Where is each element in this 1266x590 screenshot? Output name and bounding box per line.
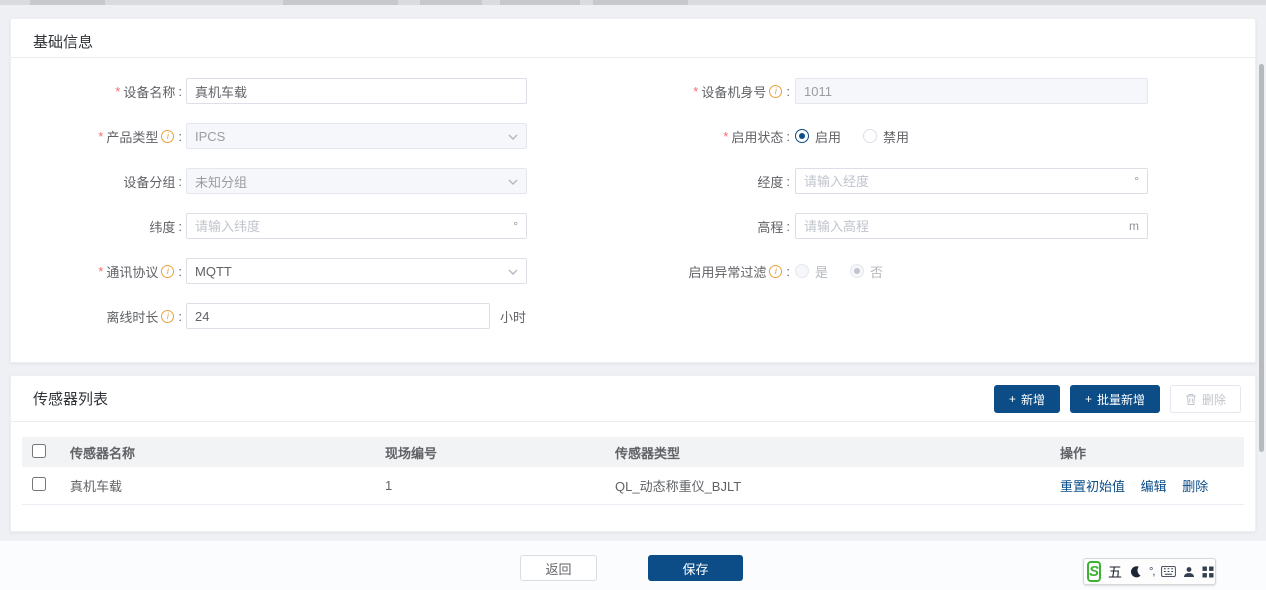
row-checkbox[interactable] [32,477,46,491]
radio-enable-on[interactable] [795,129,809,143]
wubi-mode-icon[interactable]: 五 [1108,562,1122,582]
trash-icon [1185,393,1197,406]
required-asterisk: * [723,129,728,144]
degree-unit: ° [513,213,518,239]
chevron-down-icon [508,267,518,277]
longitude-input[interactable] [795,168,1148,194]
col-header-field-no: 现场编号 [385,443,615,462]
sensor-type-cell: QL_动态称重仪_BJLT [615,476,1060,495]
product-type-label: * 产品类型 i : [10,123,182,149]
sensor-list-title: 传感器列表 [33,388,108,409]
hours-unit: 小时 [500,307,526,326]
toolbox-icon[interactable] [1202,566,1214,578]
radio-anomaly-no-label: 否 [870,262,883,281]
protocol-select[interactable]: MQTT [186,258,527,284]
device-group-select: 未知分组 [186,168,527,194]
anomaly-filter-label: 启用异常过滤 i : [590,258,790,284]
col-header-name: 传感器名称 [70,443,385,462]
radio-enable-off-label[interactable]: 禁用 [883,127,909,146]
table-row: 真机车载 1 QL_动态称重仪_BJLT 重置初始值 编辑 删除 [22,467,1244,505]
profile-icon[interactable] [1183,566,1195,578]
longitude-label: 经度 : [590,168,790,194]
device-group-label: 设备分组 : [10,168,182,194]
soft-keyboard-icon[interactable] [1161,566,1176,577]
basic-info-title: 基础信息 [33,31,93,52]
chevron-down-icon [508,132,518,142]
radio-anomaly-no [850,264,864,278]
required-asterisk: * [693,84,698,99]
elevation-label: 高程 : [590,213,790,239]
info-icon: i [769,265,782,278]
device-name-label: * 设备名称 : [10,78,182,104]
edit-link[interactable]: 编辑 [1141,479,1167,494]
col-header-type: 传感器类型 [615,443,1060,462]
radio-enable-on-label[interactable]: 启用 [815,127,841,146]
degree-unit: ° [1134,168,1139,194]
divider [11,57,1255,58]
divider [11,421,1255,422]
enable-status-label: * 启用状态 : [590,123,790,149]
enable-status-radio-group: 启用 禁用 [795,127,925,146]
offline-duration-label: 离线时长 i : [10,303,182,329]
browser-edge [0,0,1266,5]
info-icon: i [161,130,174,143]
required-asterisk: * [115,84,120,99]
radio-anomaly-yes-label: 是 [815,262,828,281]
punctuation-mode-icon[interactable]: °, [1149,566,1154,578]
device-name-input[interactable] [186,78,527,104]
add-sensor-button[interactable]: + 新增 [994,385,1060,413]
protocol-label: * 通讯协议 i : [10,258,182,284]
radio-anomaly-yes [795,264,809,278]
chevron-down-icon [508,177,518,187]
save-button[interactable]: 保存 [648,555,743,581]
meter-unit: m [1129,213,1139,239]
info-icon: i [161,265,174,278]
select-all-checkbox[interactable] [32,444,46,458]
col-header-ops: 操作 [1060,443,1244,462]
ime-toolbar[interactable]: S 五 °, [1083,558,1216,585]
delete-button[interactable]: 删除 [1170,385,1241,413]
anomaly-filter-radio-group: 是 否 [795,262,899,281]
info-icon: i [769,85,782,98]
batch-add-button[interactable]: + 批量新增 [1070,385,1160,413]
elevation-input[interactable] [795,213,1148,239]
footer: 返回 保存 [0,541,1266,590]
vertical-scrollbar[interactable] [1259,64,1264,452]
plus-icon: + [1009,392,1016,406]
reset-initial-value-link[interactable]: 重置初始值 [1060,479,1125,494]
latitude-input[interactable] [186,213,527,239]
page: 基础信息 * 设备名称 : * 设备机身号 i : * 产品 [0,0,1266,590]
device-serial-label: * 设备机身号 i : [590,78,790,104]
offline-duration-input[interactable] [186,303,490,329]
back-button[interactable]: 返回 [520,555,597,581]
required-asterisk: * [98,129,103,144]
required-asterisk: * [98,264,103,279]
moon-icon[interactable] [1129,565,1142,578]
field-no-cell: 1 [385,478,615,493]
plus-icon: + [1085,392,1092,406]
radio-enable-off[interactable] [863,129,877,143]
info-icon: i [161,310,174,323]
product-type-select: IPCS [186,123,527,149]
delete-link[interactable]: 删除 [1182,479,1208,494]
sogou-logo-icon[interactable]: S [1087,561,1101,582]
device-serial-input [795,78,1148,104]
sensor-table-header: 传感器名称 现场编号 传感器类型 操作 [22,437,1244,467]
latitude-label: 纬度 : [10,213,182,239]
sensor-name-cell: 真机车载 [70,476,385,495]
